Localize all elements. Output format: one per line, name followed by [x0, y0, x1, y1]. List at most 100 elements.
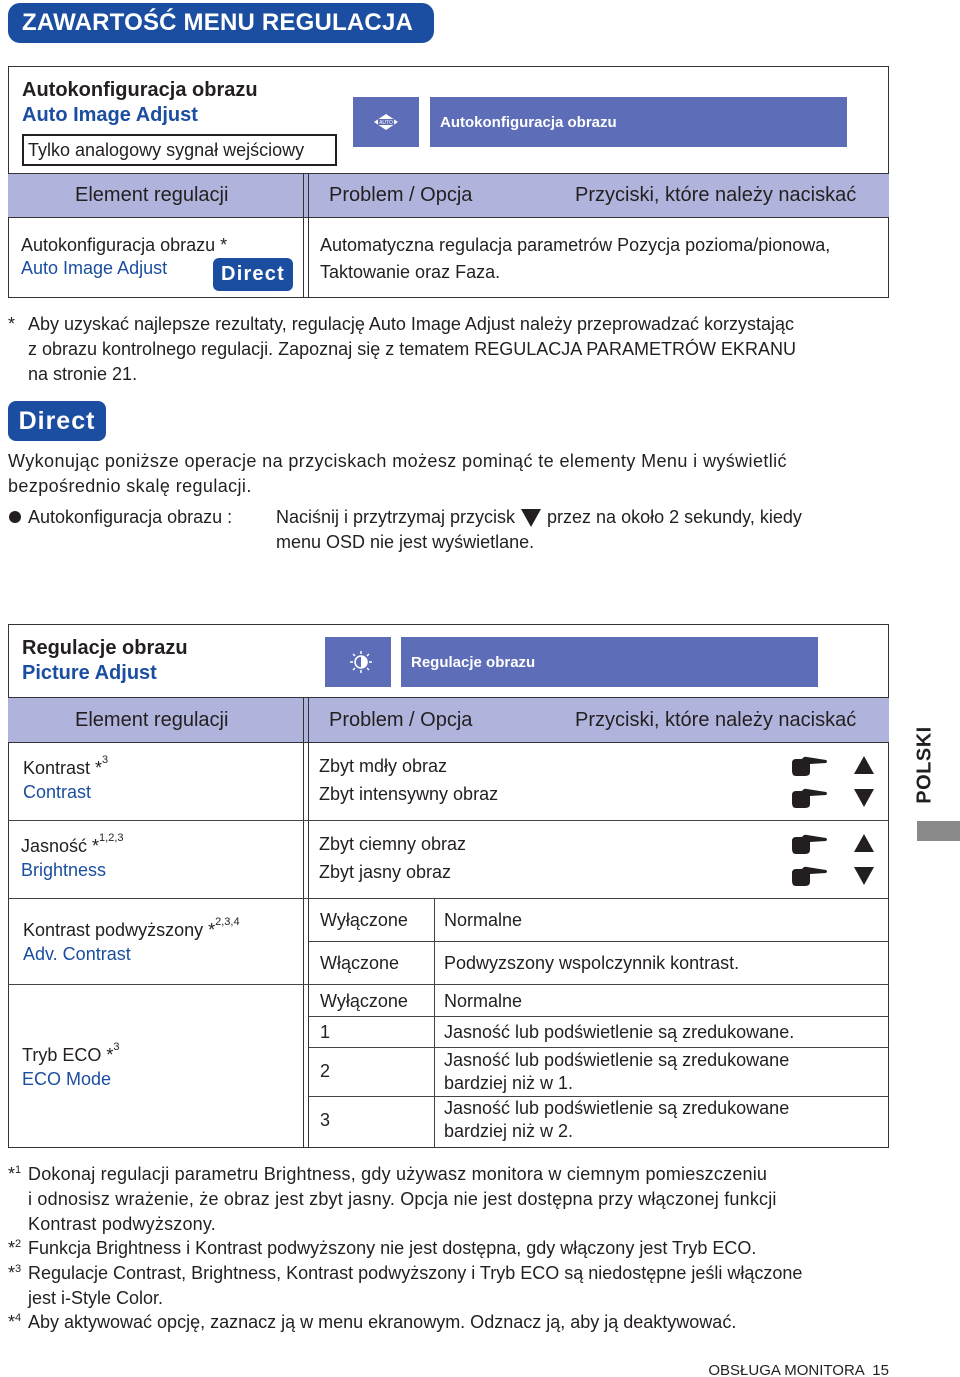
- contrast-name-en: Contrast: [23, 782, 92, 802]
- direct-intro-line: bezpośrednio skalę regulacji.: [8, 476, 252, 496]
- contrast-name-text: Kontrast *: [23, 758, 103, 778]
- row-divider: [8, 898, 889, 899]
- direct-intro: Wykonując poniższe operacje na przyciska…: [8, 449, 889, 499]
- adv-contrast-desc: Podwyzszony wspolczynnik kontrast.: [444, 953, 740, 973]
- footnote-line: Regulacje Contrast, Brightness, Kontrast…: [28, 1263, 803, 1283]
- section-subtitle: Auto Image Adjust: [22, 104, 198, 126]
- language-tab-marker: [917, 821, 960, 841]
- eco-mode-name-text: Tryb ECO *: [22, 1045, 114, 1065]
- item-desc-line1: Automatyczna regulacja parametrów Pozycj…: [320, 235, 831, 255]
- direct-item-text-after: przez na około 2 sekundy, kiedy: [547, 507, 802, 527]
- row-divider: [309, 941, 889, 942]
- page-title: ZAWARTOŚĆ MENU REGULACJA: [22, 9, 414, 36]
- footnote-1: *1 Dokonaj regulacji parametru Brightnes…: [8, 1162, 889, 1237]
- contrast-problem-1: Zbyt mdły obraz: [319, 756, 448, 776]
- item-desc-line2: Taktowanie oraz Faza.: [320, 262, 501, 282]
- eco-option: 2: [320, 1061, 331, 1081]
- section-title: Autokonfiguracja obrazu: [22, 79, 258, 101]
- eco-mode-name: Tryb ECO *3: [22, 1041, 119, 1066]
- adv-contrast-name: Kontrast podwyższony *2,3,4: [23, 916, 240, 941]
- down-triangle-icon: [853, 788, 875, 813]
- footnote-marker: *4: [8, 1310, 21, 1335]
- svg-text:AUTO: AUTO: [379, 120, 393, 126]
- footnote-line: Aby uzyskać najlepsze rezultaty, regulac…: [28, 314, 795, 334]
- footnote-num: 4: [15, 1312, 22, 1324]
- adv-contrast-name-text: Kontrast podwyższony *: [23, 920, 216, 940]
- row-divider: [8, 984, 889, 985]
- section-title: Regulacje obrazu: [22, 637, 188, 659]
- footnote-ref: 1,2,3: [99, 832, 124, 844]
- contrast-problem-2: Zbyt intensywny obraz: [319, 784, 499, 804]
- footnote-star: *: [8, 1238, 16, 1258]
- eco-desc: Jasność lub podświetlenie są zredukowane…: [444, 1022, 795, 1042]
- pointing-hand-icon: [790, 755, 828, 782]
- eco-desc: Normalne: [444, 991, 523, 1011]
- direct-heading-badge: Direct: [8, 401, 106, 441]
- direct-item-text-before: Naciśnij i przytrzymaj przycisk: [276, 507, 516, 527]
- footnote-line: i odnosisz wrażenie, że obraz jest zbyt …: [28, 1189, 777, 1209]
- down-triangle-icon: [853, 866, 875, 891]
- eco-option: Wyłączone: [320, 991, 408, 1011]
- header-buttons: Przyciski, które należy naciskać: [575, 184, 857, 206]
- pointing-hand-icon: [790, 787, 828, 814]
- direct-badge: Direct: [213, 258, 293, 291]
- osd-menu-label: Regulacje obrazu: [401, 637, 818, 687]
- row-divider: [309, 1016, 889, 1017]
- footnote-text: Aby uzyskać najlepsze rezultaty, regulac…: [28, 312, 889, 387]
- language-tab: POLSKI: [905, 712, 945, 817]
- osd-menu-label-text: Regulacje obrazu: [411, 653, 536, 671]
- footnote-ref: 3: [113, 1041, 120, 1053]
- header-problem: Problem / Opcja: [329, 184, 473, 206]
- eco-desc-line2: bardziej niż w 1.: [444, 1073, 574, 1093]
- analog-only-note-text: Tylko analogowy sygnał wejściowy: [28, 140, 305, 160]
- pointing-hand-icon: [790, 865, 828, 892]
- footnote-num: 1: [15, 1164, 22, 1176]
- footnote-ref: 3: [102, 754, 109, 766]
- footnote-star: *: [8, 1164, 16, 1184]
- adv-contrast-name-en: Adv. Contrast: [23, 944, 131, 964]
- osd-icon-box: [325, 637, 391, 687]
- analog-only-note: Tylko analogowy sygnał wejściowy: [22, 134, 337, 166]
- adv-contrast-option: Włączone: [320, 953, 400, 973]
- page-footer: OBSŁUGA MONITORA 15: [708, 1362, 889, 1377]
- brightness-name-en: Brightness: [21, 860, 107, 880]
- option-column-divider: [434, 898, 435, 1148]
- footnote-ref: 2,3,4: [215, 916, 240, 928]
- osd-menu-label: Autokonfiguracja obrazu: [430, 97, 847, 147]
- eco-desc: Jasność lub podświetlenie są zredukowane: [444, 1098, 790, 1118]
- footnote-star: *: [8, 1312, 16, 1332]
- direct-intro-line: Wykonując poniższe operacje na przyciska…: [8, 451, 787, 471]
- footnote-line: jest i-Style Color.: [28, 1288, 164, 1308]
- header-element: Element regulacji: [75, 184, 229, 206]
- footnote-line: Funkcja Brightness i Kontrast podwyższon…: [28, 1238, 757, 1258]
- adv-contrast-desc: Normalne: [444, 910, 523, 930]
- footnote-marker: *: [8, 314, 16, 334]
- osd-icon-box: AUTO: [353, 97, 419, 147]
- header-problem: Problem / Opcja: [329, 709, 473, 731]
- eco-option: 1: [320, 1022, 331, 1042]
- item-name-en: Auto Image Adjust: [21, 258, 168, 278]
- eco-mode-name-en: ECO Mode: [22, 1069, 112, 1089]
- osd-menu-label-text: Autokonfiguracja obrazu: [440, 113, 617, 131]
- direct-item-text-line2: menu OSD nie jest wyświetlane.: [276, 532, 535, 552]
- brightness-name: Jasność *1,2,3: [21, 832, 124, 857]
- eco-option: 3: [320, 1110, 331, 1130]
- footnote-marker: *3: [8, 1261, 21, 1286]
- footnote-line: na stronie 21.: [28, 364, 138, 384]
- section-subtitle: Picture Adjust: [22, 662, 157, 684]
- footnote-marker: *2: [8, 1236, 21, 1261]
- footnote-line: Kontrast podwyższony.: [28, 1214, 216, 1234]
- eco-desc: Jasność lub podświetlenie są zredukowane: [444, 1050, 790, 1070]
- up-triangle-icon: [853, 755, 875, 780]
- brightness-problem-2: Zbyt jasny obraz: [319, 862, 452, 882]
- brightness-name-text: Jasność *: [21, 836, 100, 856]
- eco-desc-line2: bardziej niż w 2.: [444, 1121, 574, 1141]
- footnote-line: z obrazu kontrolnego regulacji. Zapoznaj…: [28, 339, 796, 359]
- bullet-icon: [9, 511, 21, 523]
- item-name: Autokonfiguracja obrazu *: [21, 235, 228, 255]
- footnote-marker: *1: [8, 1162, 21, 1187]
- down-triangle-icon: [521, 508, 542, 527]
- footnote-3: *3 Regulacje Contrast, Brightness, Kontr…: [8, 1261, 889, 1311]
- pointing-hand-icon: [790, 833, 828, 860]
- row-divider: [8, 820, 889, 821]
